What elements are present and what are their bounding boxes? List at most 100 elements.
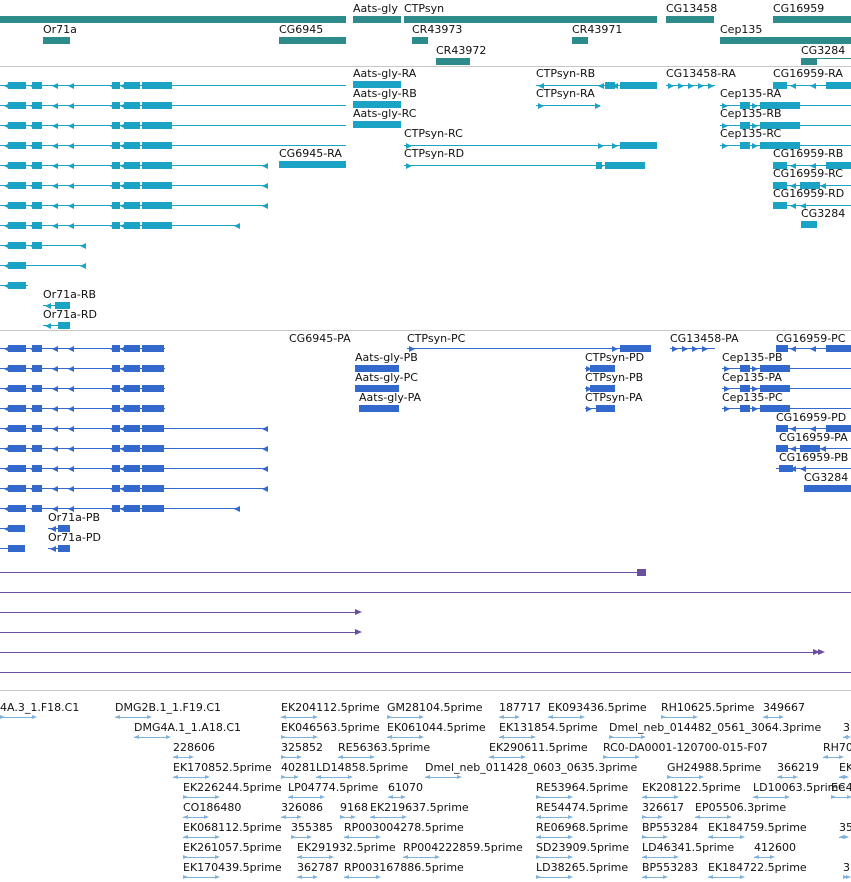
ests-label-ek061044-5prime[interactable]: EK061044.5prime xyxy=(387,721,486,734)
proteins-label-cg13458-pa[interactable]: CG13458-PA xyxy=(670,332,739,345)
transcript-glyph[interactable] xyxy=(279,161,346,168)
proteins-label-cep135-pa[interactable]: Cep135-PA xyxy=(722,371,782,384)
ests-label-187717[interactable]: 187717 xyxy=(499,701,541,714)
transcripts-label-cg16959-ra[interactable]: CG16959-RA xyxy=(773,67,843,80)
exon-block[interactable] xyxy=(58,322,70,329)
ests-label-ep05506-3prime[interactable]: EP05506.3prime xyxy=(695,801,786,814)
ests-label-ec4048[interactable]: EC4048 xyxy=(831,781,851,794)
exon-block[interactable] xyxy=(124,425,140,432)
ests-label-35[interactable]: 35 xyxy=(839,821,851,834)
exon-block[interactable] xyxy=(124,365,140,372)
exon-block[interactable] xyxy=(8,545,25,552)
genes-label-cr43972[interactable]: CR43972 xyxy=(436,44,486,57)
genes-label-cg3284[interactable]: CG3284 xyxy=(801,44,845,57)
exon-block[interactable] xyxy=(124,445,140,452)
transcripts-label-cg6945-ra[interactable]: CG6945-RA xyxy=(279,147,342,160)
transcripts-label-or71a-rb[interactable]: Or71a-RB xyxy=(43,288,96,301)
exon-block[interactable] xyxy=(596,405,615,412)
exon-block[interactable] xyxy=(8,525,25,532)
ests-label-ek046563-5prime[interactable]: EK046563.5prime xyxy=(281,721,380,734)
genes-label-cg13458[interactable]: CG13458 xyxy=(666,2,717,15)
gene-bar[interactable] xyxy=(773,16,851,23)
exon-block[interactable] xyxy=(124,385,140,392)
gene-bar[interactable] xyxy=(572,37,588,44)
exon-block[interactable] xyxy=(8,262,26,269)
ests-label-326617[interactable]: 326617 xyxy=(642,801,684,814)
exon-block[interactable] xyxy=(8,485,26,492)
proteins-label-cg16959-pd[interactable]: CG16959-PD xyxy=(776,411,846,424)
exon-block[interactable] xyxy=(8,82,26,89)
exon-block[interactable] xyxy=(8,385,26,392)
gene-bar[interactable] xyxy=(279,37,346,44)
proteins-label-cg16959-pa[interactable]: CG16959-PA xyxy=(779,431,848,444)
alignment-line[interactable] xyxy=(0,672,851,673)
ests-label-ek204112-5prime[interactable]: EK204112.5prime xyxy=(281,701,380,714)
ests-label-325852[interactable]: 325852 xyxy=(281,741,323,754)
gene-bar[interactable] xyxy=(666,16,714,23)
exon-block[interactable] xyxy=(58,545,70,552)
gene-bar[interactable] xyxy=(720,37,851,44)
exon-block[interactable] xyxy=(8,405,26,412)
proteins-label-ctpsyn-pd[interactable]: CTPsyn-PD xyxy=(585,351,644,364)
exon-block[interactable] xyxy=(124,162,140,169)
gene-bar[interactable] xyxy=(817,58,851,59)
exon-block[interactable] xyxy=(8,222,26,229)
transcripts-label-cg16959-rc[interactable]: CG16959-RC xyxy=(773,167,843,180)
ests-label-gh24988-5prime[interactable]: GH24988.5prime xyxy=(667,761,761,774)
ests-label-bp553284[interactable]: BP553284 xyxy=(642,821,698,834)
exon-block[interactable] xyxy=(8,162,26,169)
exon-block[interactable] xyxy=(8,142,26,149)
transcripts-label-cg16959-rd[interactable]: CG16959-RD xyxy=(773,187,844,200)
ests-label-re06968-5prime[interactable]: RE06968.5prime xyxy=(536,821,628,834)
ests-label-228606[interactable]: 228606 xyxy=(173,741,215,754)
genes-label-cg6945[interactable]: CG6945 xyxy=(279,23,323,36)
alignment-line[interactable] xyxy=(0,592,851,593)
ests-label-rp003004278-5prime[interactable]: RP003004278.5prime xyxy=(344,821,464,834)
gene-bar[interactable] xyxy=(43,37,70,44)
ests-label-9168[interactable]: 9168 xyxy=(340,801,368,814)
exon-block[interactable] xyxy=(142,345,164,352)
proteins-label-or71a-pb[interactable]: Or71a-PB xyxy=(48,511,100,524)
alignment-line[interactable] xyxy=(0,572,640,573)
ests-label-bp553283[interactable]: BP553283 xyxy=(642,861,698,874)
ests-label-ld38265-5prime[interactable]: LD38265.5prime xyxy=(536,861,628,874)
ests-label-ek[interactable]: EK xyxy=(839,761,851,774)
exon-block[interactable] xyxy=(8,465,26,472)
ests-label-re53964-5prime[interactable]: RE53964.5prime xyxy=(536,781,628,794)
proteins-label-ctpsyn-pc[interactable]: CTPsyn-PC xyxy=(407,332,465,345)
transcript-glyph[interactable] xyxy=(801,221,817,228)
ests-label-co186480[interactable]: CO186480 xyxy=(183,801,241,814)
exon-block[interactable] xyxy=(8,102,26,109)
proteins-label-aats-gly-pc[interactable]: Aats-gly-PC xyxy=(355,371,418,384)
ests-label-326086[interactable]: 326086 xyxy=(281,801,323,814)
genes-label-or71a[interactable]: Or71a xyxy=(43,23,77,36)
exon-block[interactable] xyxy=(142,465,164,472)
proteins-label-cg16959-pc[interactable]: CG16959-PC xyxy=(776,332,845,345)
transcripts-label-ctpsyn-rb[interactable]: CTPsyn-RB xyxy=(536,67,595,80)
exon-block[interactable] xyxy=(124,122,140,129)
alignment-block[interactable] xyxy=(637,569,646,576)
ests-label-ek170852-5prime[interactable]: EK170852.5prime xyxy=(173,761,272,774)
exon-block[interactable] xyxy=(740,405,750,412)
exon-block[interactable] xyxy=(142,405,164,412)
genes-label-cg16959[interactable]: CG16959 xyxy=(773,2,824,15)
transcripts-label-cg16959-rb[interactable]: CG16959-RB xyxy=(773,147,843,160)
exon-block[interactable] xyxy=(142,505,164,512)
exon-block[interactable] xyxy=(124,182,140,189)
ests-label-gm28104-5prime[interactable]: GM28104.5prime xyxy=(387,701,483,714)
ests-label-ek184759-5prime[interactable]: EK184759.5prime xyxy=(708,821,807,834)
ests-label-ek093436-5prime[interactable]: EK093436.5prime xyxy=(548,701,647,714)
proteins-label-cep135-pc[interactable]: Cep135-PC xyxy=(722,391,783,404)
alignment-line[interactable] xyxy=(0,632,358,633)
exon-block[interactable] xyxy=(8,122,26,129)
exon-block[interactable] xyxy=(142,385,164,392)
exon-block[interactable] xyxy=(605,162,645,169)
ests-label-re56363-5prime[interactable]: RE56363.5prime xyxy=(338,741,430,754)
transcripts-label-ctpsyn-ra[interactable]: CTPsyn-RA xyxy=(536,87,595,100)
ests-label-ek290611-5prime[interactable]: EK290611.5prime xyxy=(489,741,588,754)
transcripts-label-cg13458-ra[interactable]: CG13458-RA xyxy=(666,67,736,80)
exon-block[interactable] xyxy=(8,282,26,289)
protein-glyph[interactable] xyxy=(359,405,399,412)
exon-block[interactable] xyxy=(124,222,140,229)
exon-block[interactable] xyxy=(740,142,750,149)
